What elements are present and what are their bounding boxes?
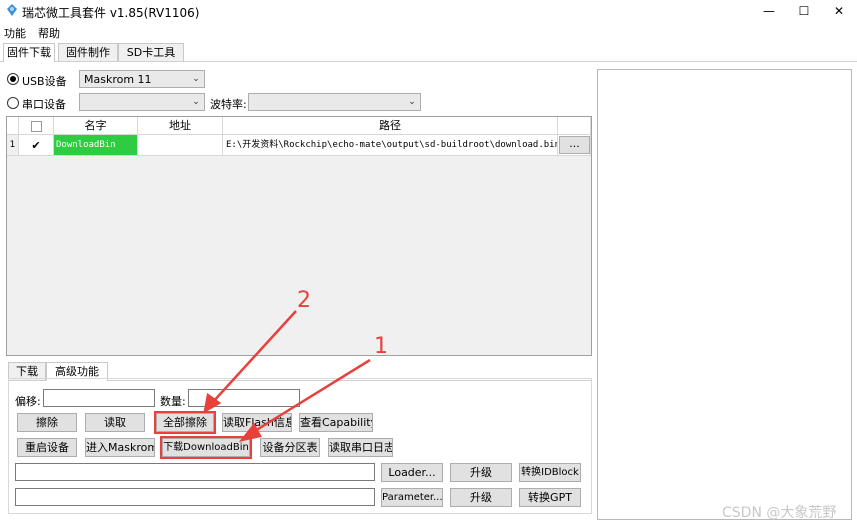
- watermark: CSDN @大象荒野: [722, 505, 837, 521]
- arrow-1-head: [238, 422, 262, 442]
- log-panel[interactable]: [597, 69, 852, 520]
- annotation-label-2: 2: [297, 288, 311, 313]
- annotation-label-1: 1: [374, 334, 388, 359]
- arrow-1-line: [249, 358, 371, 436]
- arrow-2-line: [211, 310, 297, 404]
